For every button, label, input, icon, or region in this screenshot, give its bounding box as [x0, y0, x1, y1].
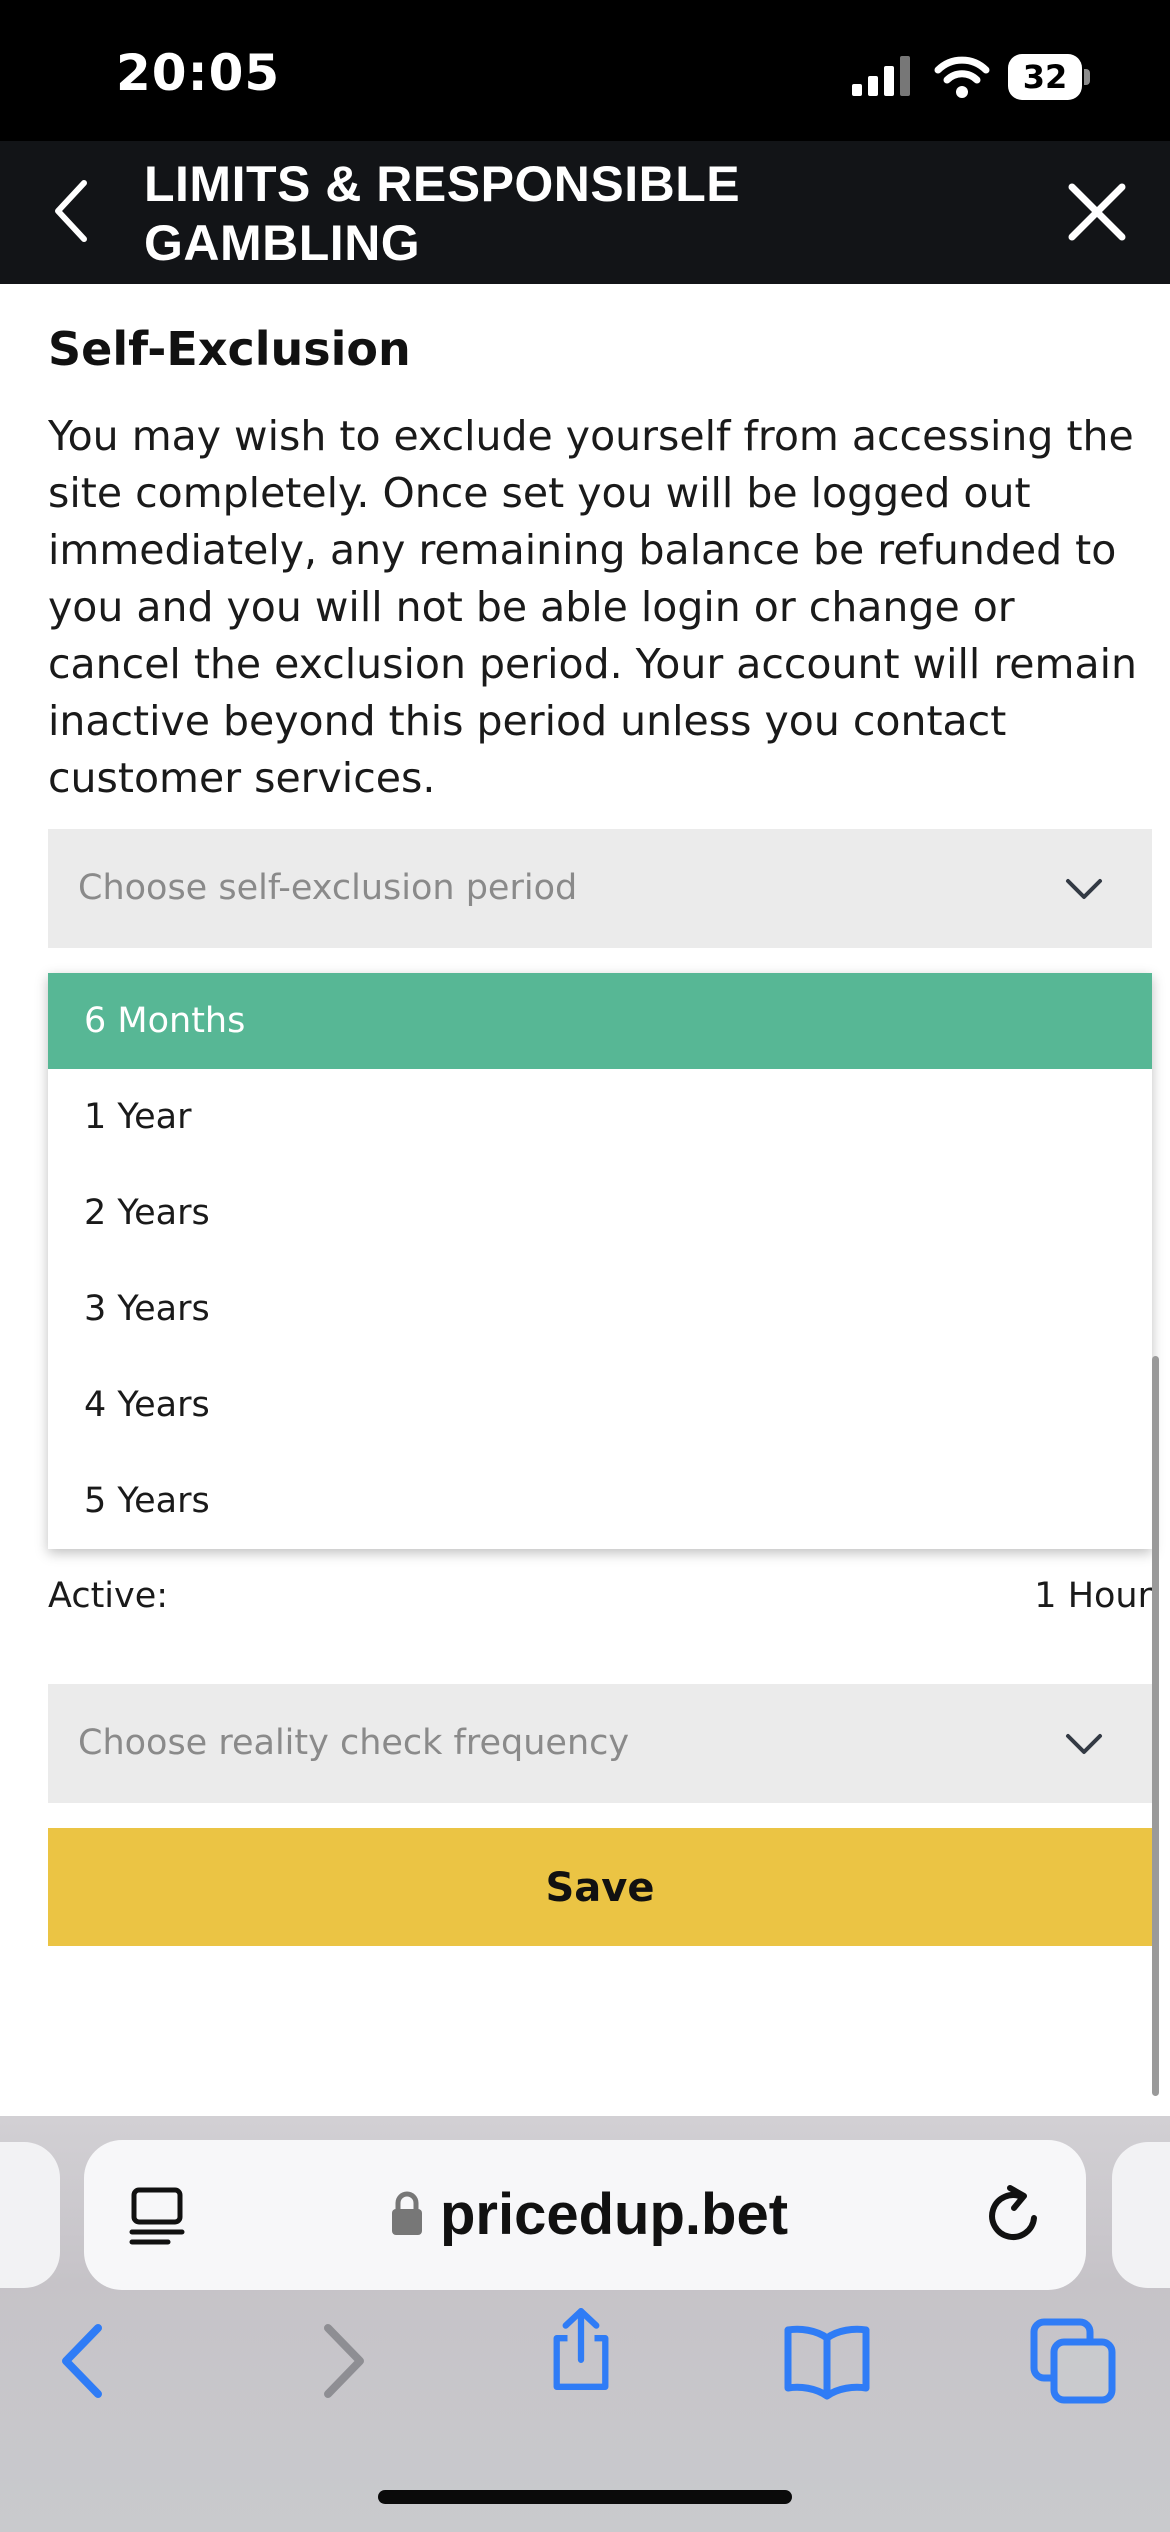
bookmarks-icon[interactable] [782, 2316, 872, 2406]
reader-icon[interactable] [128, 2186, 186, 2246]
app-header: LIMITS & RESPONSIBLE GAMBLING [0, 141, 1170, 284]
previous-tab-peek[interactable] [0, 2142, 60, 2288]
reality-check-select[interactable]: Choose reality check frequency [48, 1684, 1152, 1803]
option-2-years[interactable]: 2 Years [48, 1165, 1152, 1261]
battery-icon: 32 [1008, 54, 1090, 100]
save-button[interactable]: Save [48, 1828, 1152, 1946]
self-exclusion-description: You may wish to exclude yourself from ac… [48, 412, 1137, 802]
option-1-year[interactable]: 1 Year [48, 1069, 1152, 1165]
url-text: pricedup.bet [440, 2182, 789, 2247]
reload-icon[interactable] [982, 2184, 1044, 2246]
self-exclusion-options: 6 Months 1 Year 2 Years 3 Years 4 Years … [48, 973, 1152, 1549]
self-exclusion-select-placeholder: Choose self-exclusion period [78, 868, 578, 908]
battery-cap [1084, 69, 1090, 85]
page-title: LIMITS & RESPONSIBLE GAMBLING [144, 156, 741, 271]
cellular-signal-icon [852, 56, 910, 96]
next-tab-peek[interactable] [1112, 2142, 1170, 2288]
status-time: 20:05 [116, 44, 281, 102]
reality-check-active-value: 1 Hour [1034, 1576, 1152, 1616]
back-nav-icon[interactable] [40, 2316, 130, 2406]
option-3-years[interactable]: 3 Years [48, 1261, 1152, 1357]
self-exclusion-title: Self-Exclusion [48, 322, 411, 376]
lock-icon [392, 2191, 422, 2235]
chevron-down-icon [1066, 879, 1102, 899]
reality-check-active-label: Active: [48, 1576, 169, 1616]
option-6-months[interactable]: 6 Months [48, 973, 1152, 1069]
self-exclusion-select[interactable]: Choose self-exclusion period [48, 829, 1152, 948]
status-bar: 20:05 32 [0, 0, 1170, 141]
close-icon[interactable] [1064, 179, 1130, 245]
address-bar[interactable]: pricedup.bet [84, 2140, 1086, 2290]
page-scrollbar[interactable] [1152, 1356, 1159, 2096]
home-indicator[interactable] [378, 2490, 792, 2504]
reality-check-select-placeholder: Choose reality check frequency [78, 1723, 630, 1763]
battery-level: 32 [1008, 54, 1082, 100]
wifi-icon [934, 56, 990, 98]
chevron-down-icon [1066, 1734, 1102, 1754]
tabs-icon[interactable] [1028, 2316, 1118, 2406]
option-5-years[interactable]: 5 Years [48, 1453, 1152, 1549]
option-4-years[interactable]: 4 Years [48, 1357, 1152, 1453]
back-icon[interactable] [44, 171, 104, 251]
forward-nav-icon[interactable] [296, 2316, 386, 2406]
share-icon[interactable] [536, 2304, 626, 2394]
